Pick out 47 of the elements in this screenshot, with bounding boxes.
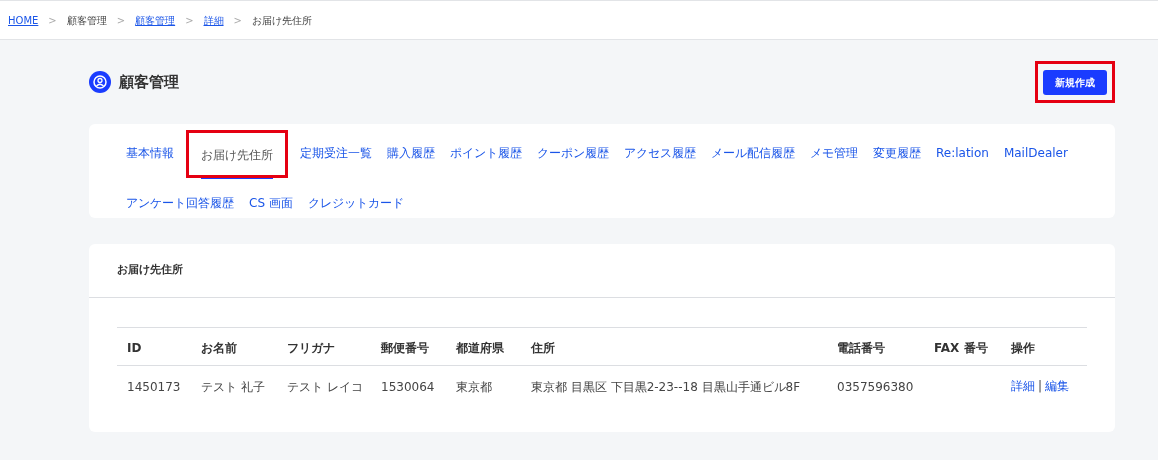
column-header: フリガナ (287, 340, 335, 355)
column-header: FAX 番号 (934, 340, 988, 355)
table-cell: 東京都 目黒区 下目黒2-23--18 目黒山手通ビル8F (531, 380, 801, 394)
tab[interactable]: お届け先住所 (201, 143, 273, 179)
action-link[interactable]: 編集 (1045, 377, 1070, 395)
breadcrumb-link[interactable]: 顧客管理 (135, 12, 176, 28)
column-header: 都道府県 (456, 340, 504, 355)
table-cell: 東京都 (456, 380, 492, 394)
table-cell: 1450173 (127, 380, 181, 394)
tab[interactable]: 定期受注一覧 (300, 141, 372, 167)
tab[interactable]: メール配信履歴 (711, 141, 795, 167)
tab[interactable]: クレジットカード (307, 191, 404, 217)
tab[interactable]: Re:lation (936, 141, 989, 167)
column-header: 住所 (531, 340, 555, 355)
section-title: お届け先住所 (117, 262, 183, 279)
action-separator: | (1038, 378, 1043, 395)
column-header: ID (127, 340, 142, 355)
tab[interactable]: ポイント履歴 (450, 141, 522, 167)
tab[interactable]: MailDealer (1003, 141, 1068, 167)
column-header: 郵便番号 (381, 340, 429, 355)
tab[interactable]: 基本情報 (126, 141, 174, 167)
tab[interactable]: アクセス履歴 (624, 141, 696, 167)
table-cell: テスト レイコ (287, 380, 363, 394)
tab[interactable]: クーポン履歴 (537, 141, 609, 167)
tab[interactable]: CS 画面 (249, 191, 293, 217)
table-cell: 1530064 (381, 380, 435, 394)
breadcrumb-text: お届け先住所 (251, 13, 312, 28)
page-title: 顧客管理 (119, 71, 179, 93)
breadcrumb-separator: > (233, 13, 242, 28)
breadcrumb-separator: > (48, 13, 57, 28)
breadcrumb-link[interactable]: 詳細 (203, 12, 224, 28)
breadcrumb-separator: > (116, 13, 126, 28)
new-button[interactable]: 新規作成 (1043, 70, 1107, 95)
tab[interactable]: メモ管理 (810, 141, 858, 167)
column-header: 操作 (1011, 340, 1035, 355)
column-header: お名前 (201, 340, 237, 355)
table-cell: テスト 礼子 (201, 380, 265, 394)
breadcrumb-separator: > (185, 13, 194, 28)
tab[interactable]: 変更履歴 (873, 141, 921, 167)
column-header: 電話番号 (837, 340, 885, 355)
tab[interactable]: 購入履歴 (387, 141, 435, 167)
tab[interactable]: アンケート回答履歴 (126, 191, 234, 217)
user-icon (89, 71, 111, 93)
table-cell: 0357596380 (837, 380, 914, 394)
breadcrumb-link[interactable]: HOME (8, 12, 39, 28)
breadcrumb-text: 顧客管理 (66, 13, 107, 28)
action-link[interactable]: 詳細 (1011, 377, 1035, 395)
